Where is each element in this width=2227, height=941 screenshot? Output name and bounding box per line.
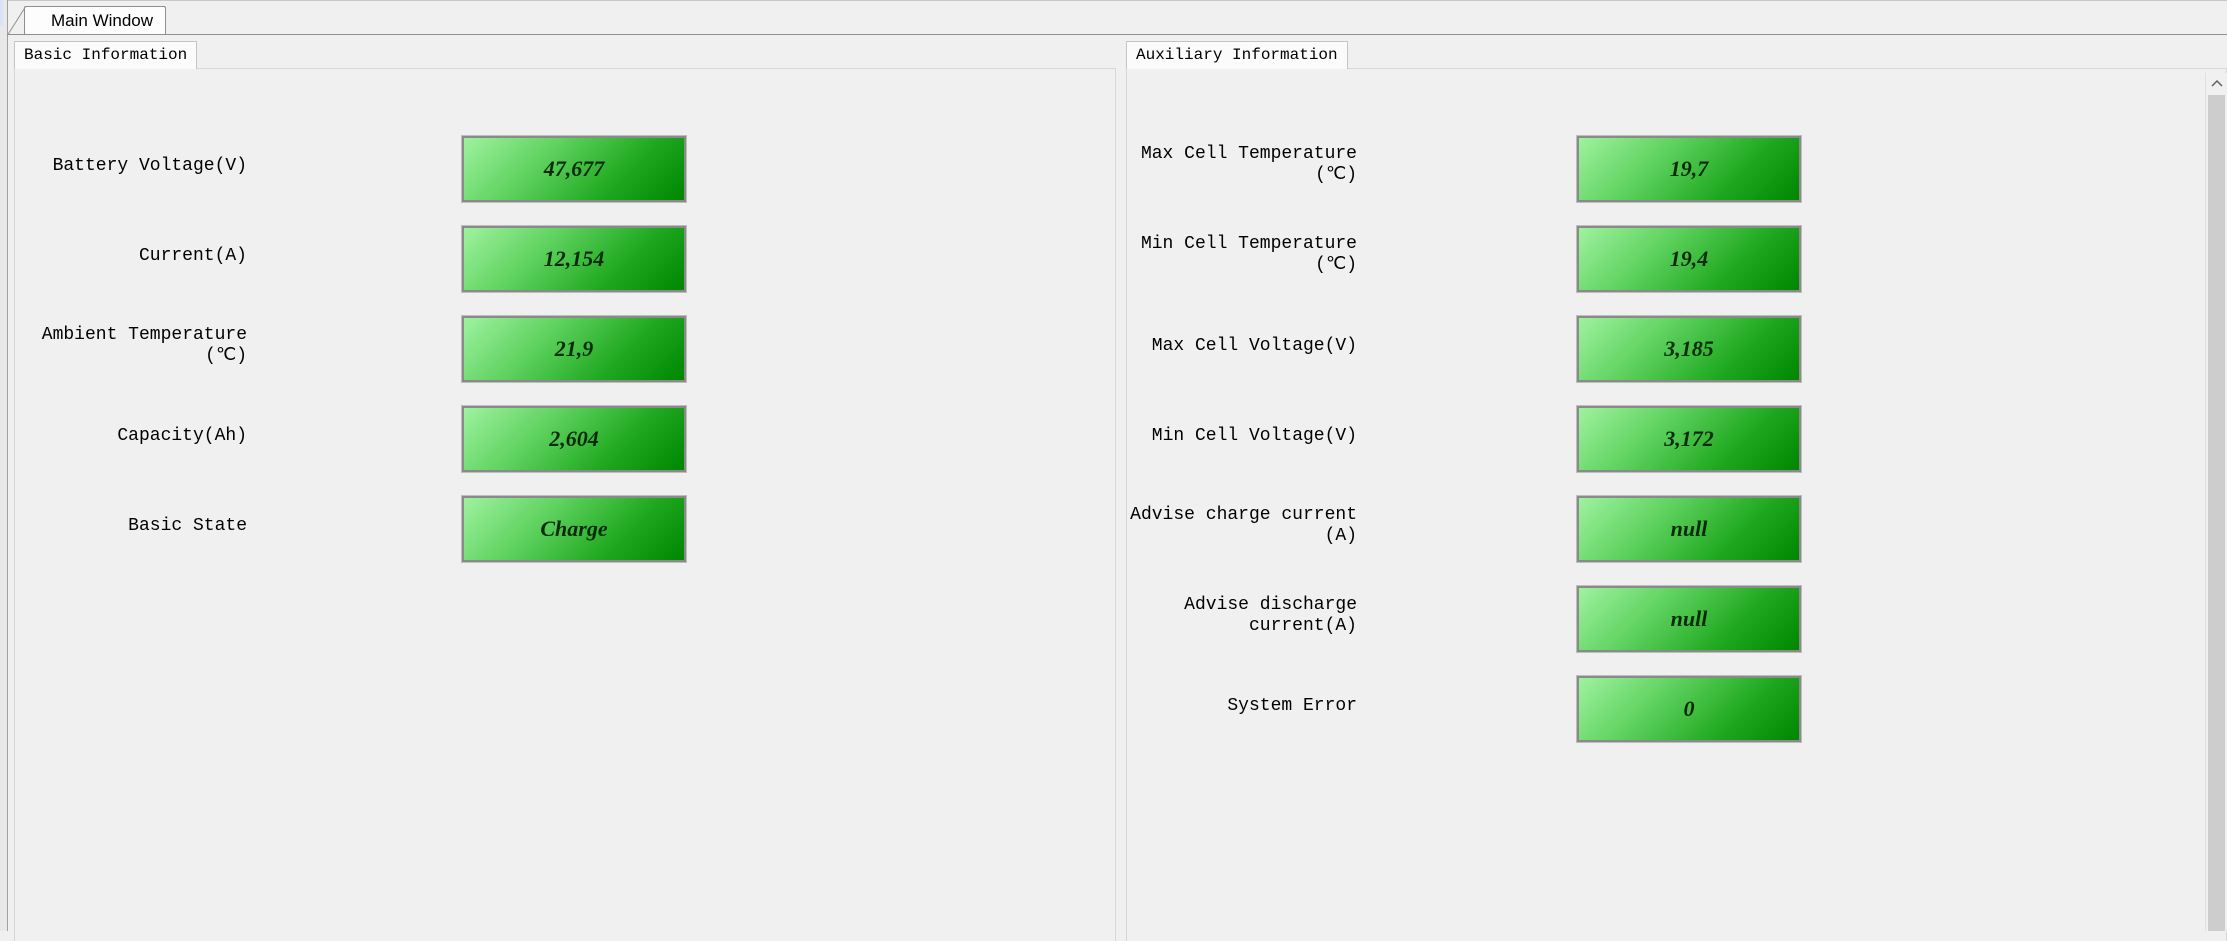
current-value: 12,154 — [461, 225, 687, 293]
max-cell-temperature-value: 19,7 — [1576, 135, 1802, 203]
basic-information-panel: Basic Information Battery Voltage(V) 47,… — [14, 41, 1116, 941]
main-window: Main Window Basic Information Battery Vo… — [0, 0, 2227, 941]
ambient-temperature-label: Ambient Temperature (℃) — [41, 325, 247, 366]
max-cell-temperature-label: Max Cell Temperature (℃) — [1140, 144, 1357, 185]
max-cell-voltage-value: 3,185 — [1576, 315, 1802, 383]
vertical-scrollbar[interactable] — [2205, 73, 2227, 931]
ambient-temperature-value: 21,9 — [461, 315, 687, 383]
frame-accent — [0, 0, 3, 26]
advise-charge-current-label: Advise charge current (A) — [1130, 505, 1357, 546]
scrollbar-thumb[interactable] — [2208, 95, 2225, 931]
battery-voltage-label: Battery Voltage(V) — [52, 156, 247, 176]
auxiliary-information-body: Max Cell Temperature (℃) 19,7 Min Cell T… — [1126, 68, 2227, 941]
min-cell-voltage-label: Min Cell Voltage(V) — [1151, 426, 1357, 446]
tab-main-window-label: Main Window — [51, 11, 154, 30]
current-label: Current(A) — [138, 246, 247, 266]
top-border — [8, 0, 2227, 1]
tab-auxiliary-information[interactable]: Auxiliary Information — [1126, 41, 1348, 69]
basic-state-label: Basic State — [128, 516, 247, 536]
max-cell-voltage-label: Max Cell Voltage(V) — [1151, 336, 1357, 356]
min-cell-voltage-value: 3,172 — [1576, 405, 1802, 473]
left-frame — [0, 0, 8, 931]
system-error-label: System Error — [1227, 696, 1357, 716]
basic-information-body: Battery Voltage(V) 47,677 Current(A) 12,… — [14, 68, 1116, 941]
system-error-value: 0 — [1576, 675, 1802, 743]
tab-basic-information[interactable]: Basic Information — [14, 41, 198, 69]
tab-main-window[interactable]: Main Window — [7, 6, 167, 36]
chevron-up-icon[interactable] — [2206, 73, 2227, 93]
battery-voltage-value: 47,677 — [461, 135, 687, 203]
capacity-label: Capacity(Ah) — [117, 426, 247, 446]
advise-discharge-current-value: null — [1576, 585, 1802, 653]
min-cell-temperature-label: Min Cell Temperature (℃) — [1140, 234, 1357, 275]
tab-slant-decoration — [7, 6, 37, 36]
advise-discharge-current-label: Advise discharge current(A) — [1184, 595, 1357, 636]
tab-strip-divider — [8, 34, 2227, 35]
basic-state-value: Charge — [461, 495, 687, 563]
min-cell-temperature-value: 19,4 — [1576, 225, 1802, 293]
auxiliary-information-panel: Auxiliary Information Max Cell Temperatu… — [1126, 41, 2227, 941]
advise-charge-current-value: null — [1576, 495, 1802, 563]
capacity-value: 2,604 — [461, 405, 687, 473]
